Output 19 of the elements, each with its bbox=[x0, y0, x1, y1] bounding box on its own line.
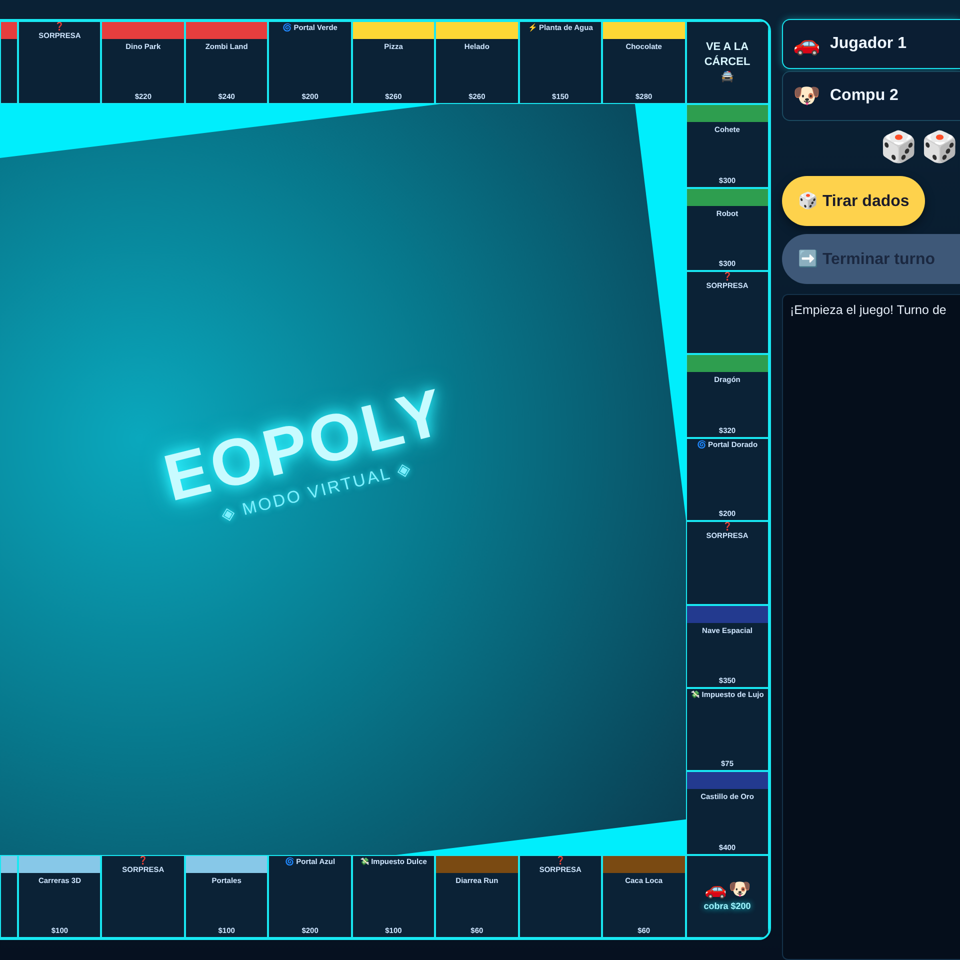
player-name: Compu 2 bbox=[830, 87, 898, 105]
log-message: ¡Empieza el juego! Turno de bbox=[790, 303, 948, 317]
question-mark-icon: ❓ bbox=[555, 856, 566, 865]
player-card[interactable]: 🐶 Compu 2 bbox=[782, 71, 960, 121]
player-token: 🐶 bbox=[793, 83, 820, 109]
player-token: 🚗 bbox=[704, 880, 726, 900]
question-mark-icon: ❓ bbox=[722, 273, 732, 282]
player-token: 🚗 bbox=[793, 31, 820, 57]
action-button[interactable]: 🎲 Tirar dados bbox=[782, 176, 926, 226]
corner-label: VE A LA CÁRCEL 🚔 bbox=[703, 40, 752, 86]
player-name: Jugador 1 bbox=[830, 35, 906, 53]
question-mark-icon: ❓ bbox=[722, 523, 732, 532]
question-mark-icon: ❓ bbox=[54, 23, 65, 31]
player-card[interactable]: 🚗 Jugador 1 bbox=[782, 19, 960, 69]
die: 🎲 bbox=[921, 131, 958, 164]
die: 🎲 bbox=[880, 131, 917, 164]
player-token: 🐶 bbox=[728, 880, 750, 900]
corner-label: cobra $200 bbox=[702, 900, 752, 912]
question-mark-icon: ❓ bbox=[138, 856, 148, 865]
